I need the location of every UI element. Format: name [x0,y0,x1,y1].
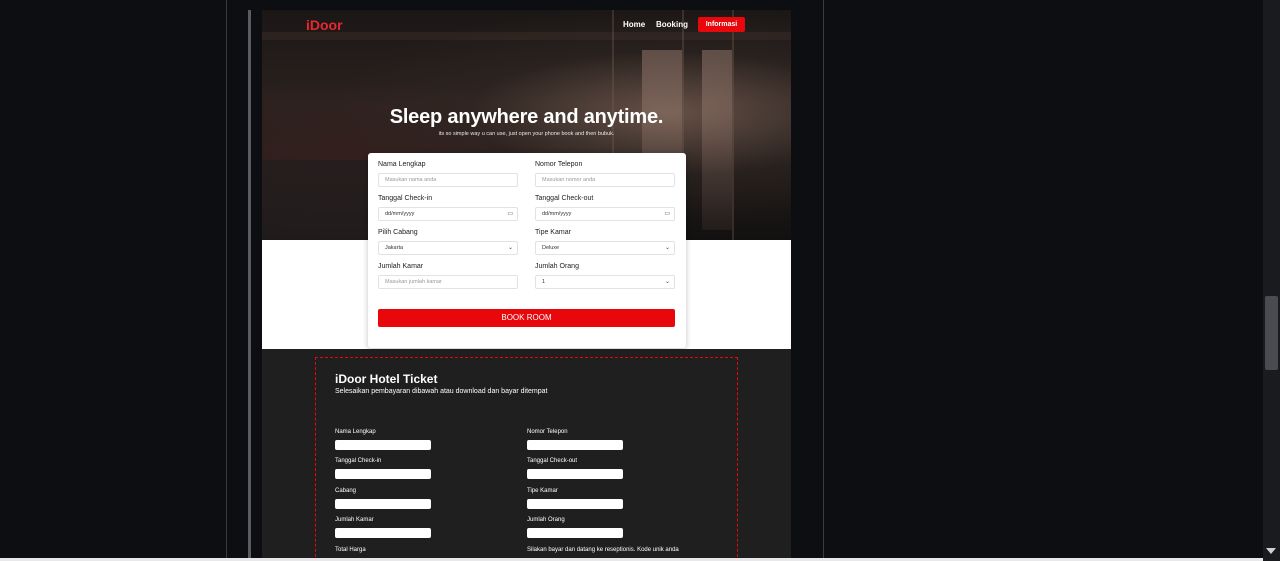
hero-curtain [702,50,732,230]
tipe-select[interactable]: Deluxe ⌄ [535,241,675,255]
cabang-value: Jakarta [385,245,404,251]
jumlah-orang-label: Jumlah Orang [535,263,579,270]
ticket-telepon-field [527,440,623,450]
ticket-jumlah-orang-label: Jumlah Orang [527,517,565,523]
cabang-select[interactable]: Jakarta ⌄ [378,241,518,255]
ticket-jumlah-orang-field [527,528,623,538]
telepon-input[interactable]: Masukan nomor anda [535,173,675,187]
checkout-value: dd/mm/yyyy [542,211,572,217]
ticket-checkout-label: Tanggal Check-out [527,458,578,464]
ticket-section: iDoor Hotel Ticket Selesaikan pembayaran… [262,349,791,561]
ticket-total-harga-label: Total Harga [335,547,366,553]
ticket-title: iDoor Hotel Ticket [335,372,438,386]
checkout-date-input[interactable]: dd/mm/yyyy ▭ [535,207,675,221]
viewport-right-border [823,0,824,561]
ticket-tipe-field [527,499,623,509]
chevron-down-icon: ⌄ [507,245,513,251]
ticket-nama-field [335,440,431,450]
checkin-label: Tanggal Check-in [378,195,433,202]
telepon-label: Nomor Telepon [535,161,583,168]
ticket-jumlah-kamar-label: Jumlah Kamar [335,517,374,523]
booking-form-card: Nama Lengkap Masukan nama anda Nomor Tel… [368,153,686,348]
hero-title: Sleep anywhere and anytime. [389,106,664,128]
chevron-down-icon: ⌄ [664,245,670,251]
nav-booking-link[interactable]: Booking [656,20,688,29]
ticket-checkin-label: Tanggal Check-in [335,458,382,464]
ticket-cabang-field [335,499,431,509]
hero-bed [262,160,372,240]
ticket-checkout-field [527,469,623,479]
scrollbar-thumb[interactable] [1265,296,1278,370]
ticket-cabang-label: Cabang [335,488,357,494]
checkin-date-input[interactable]: dd/mm/yyyy ▭ [378,207,518,221]
website-frame: iDoor Home Booking Informasi Sleep anywh… [262,10,791,561]
site-logo[interactable]: iDoor [306,17,343,33]
book-room-button[interactable]: BOOK ROOM [378,309,675,327]
ticket-checkin-field [335,469,431,479]
calendar-icon[interactable]: ▭ [664,208,670,220]
jumlah-kamar-label: Jumlah Kamar [378,263,424,270]
checkin-value: dd/mm/yyyy [385,211,415,217]
jumlah-orang-select[interactable]: 1 ⌄ [535,275,675,289]
cabang-label: Pilih Cabang [378,229,418,236]
jumlah-orang-value: 1 [542,279,546,285]
tipe-label: Tipe Kamar [535,229,571,236]
nama-input[interactable]: Masukan nama anda [378,173,518,187]
hero-subtitle: its so simple way u can use, just open y… [438,131,615,137]
ticket-note: Silakan bayar dan datang ke reseptionis.… [527,547,679,553]
page-side-rule [248,10,251,561]
checkout-label: Tanggal Check-out [535,195,594,202]
ticket-telepon-label: Nomor Telepon [527,429,568,435]
tipe-value: Deluxe [542,245,560,251]
chevron-down-icon: ⌄ [664,279,670,285]
ticket-subtitle: Selesaikan pembayaran dibawah atau downl… [335,388,548,395]
hero-ceiling [262,32,791,40]
ticket-jumlah-kamar-field [335,528,431,538]
scroll-down-arrow-icon[interactable] [1266,548,1276,554]
viewport-left-border [226,0,227,561]
vertical-scrollbar[interactable] [1263,0,1280,561]
nav-home-link[interactable]: Home [623,20,645,29]
nav-informasi-button[interactable]: Informasi [698,17,745,32]
nama-label: Nama Lengkap [378,161,426,168]
calendar-icon[interactable]: ▭ [507,208,513,220]
jumlah-kamar-input[interactable]: Masukan jumlah kamar [378,275,518,289]
ticket-tipe-label: Tipe Kamar [527,488,558,494]
ticket-nama-label: Nama Lengkap [335,429,376,435]
